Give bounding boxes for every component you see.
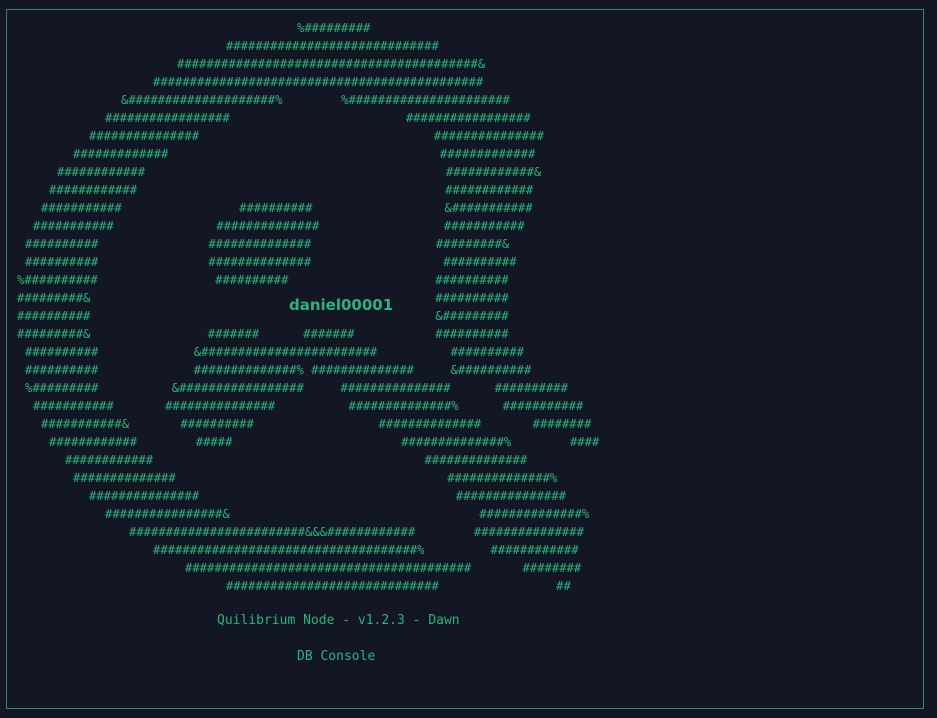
ascii-art-line: ########################&&&############ … [129, 525, 584, 539]
ascii-art-line: ########################################… [177, 57, 486, 71]
ascii-art-line: ############## ##############% [73, 471, 558, 485]
ascii-art-line: ########################################… [153, 75, 484, 89]
ascii-art-line: %########## ########## ########## [17, 273, 509, 287]
ascii-art-line: ############ ############& [57, 165, 542, 179]
ascii-art-line: ########### ############## ########### [33, 219, 525, 233]
username-label: daniel00001 [289, 296, 394, 314]
ascii-art-line: ########### ############### ############… [33, 399, 584, 413]
ascii-art-line: ###########& ########## ############## #… [41, 417, 592, 431]
node-version-title: Quilibrium Node - v1.2.3 - Dawn [217, 613, 460, 628]
ascii-art-line: ############# ############# [73, 147, 536, 161]
ascii-art-line: ########## ############## ########## [25, 255, 517, 269]
ascii-art-line: ############### ############### [89, 129, 544, 143]
ascii-art-line: ####################################### … [185, 561, 582, 575]
ascii-art-line: ########## &######### [17, 309, 509, 323]
ascii-art-line: ############ ############ [49, 183, 534, 197]
ascii-art-line: ########## &######################## ###… [25, 345, 524, 359]
ascii-art-line: ########## ############## #########& [25, 237, 510, 251]
ascii-art-line: ####################################% ##… [153, 543, 579, 557]
ascii-art-line: %######### &################# ##########… [25, 381, 568, 395]
ascii-art-line: ############################# ## [226, 579, 571, 593]
ascii-art-line: ########## ##############% #############… [25, 363, 532, 377]
ascii-logo: %######### #############################… [0, 0, 937, 718]
ascii-art-line: ############### ############### [89, 489, 566, 503]
ascii-art-line: #########& ####### ####### ########## [17, 327, 509, 341]
ascii-art-line: ################& ##############% [105, 507, 590, 521]
ascii-art-line: ############ ##### ##############% #### [49, 435, 600, 449]
ascii-art-line: &####################% %################… [121, 93, 510, 107]
ascii-art-line: ################# ################# [105, 111, 531, 125]
console-subtitle: DB Console [297, 649, 376, 664]
ascii-art-line: ########### ########## &########### [41, 201, 533, 215]
ascii-art-line: ############ ############## [65, 453, 528, 467]
ascii-art-line: %######### [297, 21, 371, 35]
ascii-art-line: #########& ########## [17, 291, 509, 305]
ascii-art-line: ############################# [226, 39, 439, 53]
